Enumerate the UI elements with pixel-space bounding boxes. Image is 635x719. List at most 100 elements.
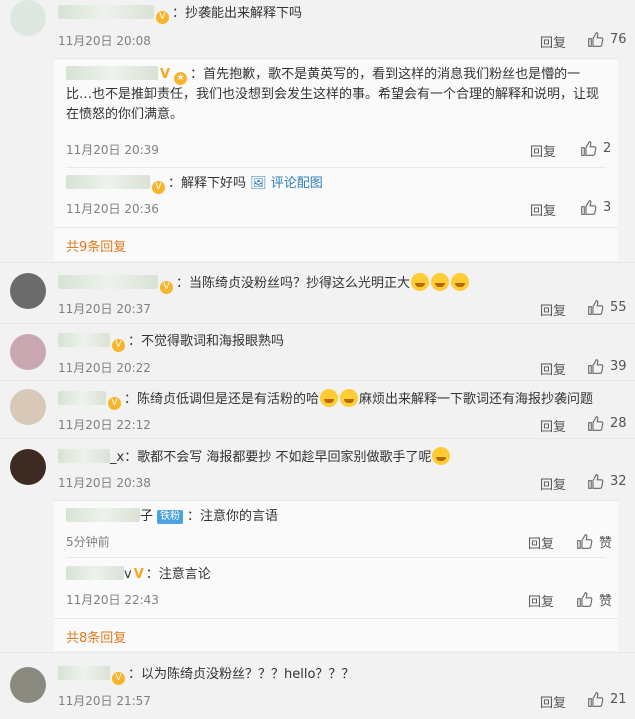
reply-button[interactable]: 回复 (540, 474, 566, 493)
reply-button[interactable]: 回复 (530, 200, 556, 219)
comment-item: V ：当陈绮贞没粉丝吗？抄得这么光明正大 11月20日 20:37 回复 55 (0, 263, 635, 321)
grin-emoji-icon (431, 273, 450, 291)
username-suffix[interactable]: _x (110, 450, 124, 465)
grin-emoji-icon (451, 273, 470, 291)
like-label: 赞 (599, 536, 613, 551)
comment-text: V ：抄袭能出来解释下吗 (58, 4, 302, 24)
like-button[interactable]: 赞 (576, 590, 612, 609)
reply-button[interactable]: 回复 (540, 300, 566, 319)
avatar[interactable] (10, 334, 46, 370)
like-button[interactable]: 3 (580, 199, 611, 216)
reply-button[interactable]: 回复 (530, 141, 556, 160)
comment-text: V ：陈绮贞低调但是还是有活粉的哈 麻烦出来解释一下歌词还有海报抄袭问题 (58, 389, 593, 410)
vip-icon: V (108, 397, 121, 410)
username[interactable] (58, 333, 110, 347)
like-button[interactable]: 39 (587, 358, 627, 375)
timestamp: 11月20日 20:39 (66, 143, 159, 157)
reply-text: V ：解释下好吗 🖼 评论配图 (66, 174, 323, 194)
thumbs-up-icon (581, 141, 597, 156)
username[interactable] (58, 449, 110, 463)
grin-emoji-icon (320, 389, 339, 407)
thumbs-up-icon (588, 692, 604, 707)
grin-emoji-icon (432, 447, 451, 465)
username-suffix[interactable]: v (124, 567, 132, 582)
like-button[interactable]: 76 (587, 31, 627, 48)
thumbs-up-icon (588, 416, 604, 431)
vip-icon: V (156, 11, 169, 24)
vip-icon: V (160, 67, 171, 82)
thumbs-up-icon (588, 32, 604, 47)
vip-icon: V (112, 672, 125, 685)
avatar[interactable] (10, 0, 46, 36)
badge-icon: ★ (174, 72, 188, 85)
timestamp: 11月20日 20:37 (58, 302, 151, 316)
comment-text: V ：当陈绮贞没粉丝吗？抄得这么光明正大 (58, 273, 470, 294)
more-replies-link[interactable]: 共8条回复 (66, 627, 126, 646)
comment-item: V ：抄袭能出来解释下吗 11月20日 20:08 回复 76 (0, 0, 635, 58)
reply-button[interactable]: 回复 (528, 533, 554, 552)
vip-icon: V (152, 181, 165, 194)
username[interactable] (66, 175, 150, 189)
avatar[interactable] (10, 389, 46, 425)
username[interactable] (66, 566, 124, 580)
reply-button[interactable]: 回复 (540, 692, 566, 711)
timestamp: 11月20日 20:08 (58, 34, 151, 48)
grin-emoji-icon (411, 273, 430, 291)
reply-button[interactable]: 回复 (540, 32, 566, 51)
timestamp: 11月20日 21:57 (58, 694, 151, 708)
vip-icon: V (112, 339, 125, 352)
reply-button[interactable]: 回复 (540, 416, 566, 435)
timestamp: 11月20日 20:38 (58, 476, 151, 490)
username[interactable] (58, 666, 110, 680)
comment-item: V ：以为陈绮贞没粉丝？？？hello？？？ 11月20日 21:57 回复 21 (0, 653, 635, 719)
comment-image-link[interactable]: 🖼 评论配图 (250, 176, 323, 191)
reply-text: 子铁粉 ：注意你的言语 (66, 507, 278, 527)
reply-text: V ★ ：首先抱歉，歌不是黄英写的，看到这样的消息我们粉丝也是懵的一比…也不是推卸责… (66, 66, 600, 122)
comment-text: V ：不觉得歌词和海报眼熟吗 (58, 332, 284, 352)
like-button[interactable]: 赞 (576, 532, 612, 551)
comment-text: _x：歌都不会写 海报都要抄 不如趁早回家别做歌手了呢 (58, 447, 451, 468)
username[interactable] (58, 391, 106, 405)
like-button[interactable]: 21 (587, 691, 627, 708)
thumbs-up-icon (577, 592, 593, 607)
timestamp: 11月20日 22:43 (66, 593, 159, 607)
more-replies-link[interactable]: 共9条回复 (66, 236, 126, 255)
reply-button[interactable]: 回复 (540, 359, 566, 378)
like-count: 76 (610, 32, 627, 47)
like-count: 28 (610, 416, 627, 431)
thumbs-up-icon (588, 474, 604, 489)
vip-icon: V (160, 281, 173, 294)
like-button[interactable]: 32 (587, 473, 627, 490)
avatar[interactable] (10, 449, 46, 485)
username[interactable] (66, 66, 158, 80)
timestamp: 11月20日 22:12 (58, 418, 151, 432)
like-count: 55 (610, 300, 627, 315)
username[interactable] (58, 5, 154, 19)
like-button[interactable]: 2 (580, 140, 611, 157)
like-button[interactable]: 55 (587, 299, 627, 316)
like-count: 21 (610, 692, 627, 707)
timestamp: 11月20日 20:36 (66, 202, 159, 216)
like-button[interactable]: 28 (587, 415, 627, 432)
grin-emoji-icon (340, 389, 359, 407)
avatar[interactable] (10, 667, 46, 703)
reply-list: V ★ ：首先抱歉，歌不是黄英写的，看到这样的消息我们粉丝也是懵的一比…也不是推卸责… (54, 58, 618, 261)
reply-list: 子铁粉 ：注意你的言语 5分钟前 回复 赞 v V ：注意言论 11月20日 22:4… (54, 500, 618, 651)
like-count: 39 (610, 359, 627, 374)
fan-badge: 铁粉 (157, 510, 184, 524)
like-count: 3 (603, 200, 612, 215)
thumbs-up-icon (577, 534, 593, 549)
like-count: 32 (610, 474, 627, 489)
username[interactable] (58, 275, 158, 289)
comment-item: V ：不觉得歌词和海报眼熟吗 11月20日 20:22 回复 39 (0, 324, 635, 378)
reply-text: v V ：注意言论 (66, 565, 211, 585)
username[interactable] (66, 508, 140, 522)
avatar[interactable] (10, 273, 46, 309)
thumbs-up-icon (588, 300, 604, 315)
username-suffix[interactable]: 子 (140, 509, 153, 524)
thumbs-up-icon (581, 200, 597, 215)
timestamp: 5分钟前 (66, 535, 110, 549)
reply-button[interactable]: 回复 (528, 591, 554, 610)
timestamp: 11月20日 20:22 (58, 361, 151, 375)
thumbs-up-icon (588, 359, 604, 374)
